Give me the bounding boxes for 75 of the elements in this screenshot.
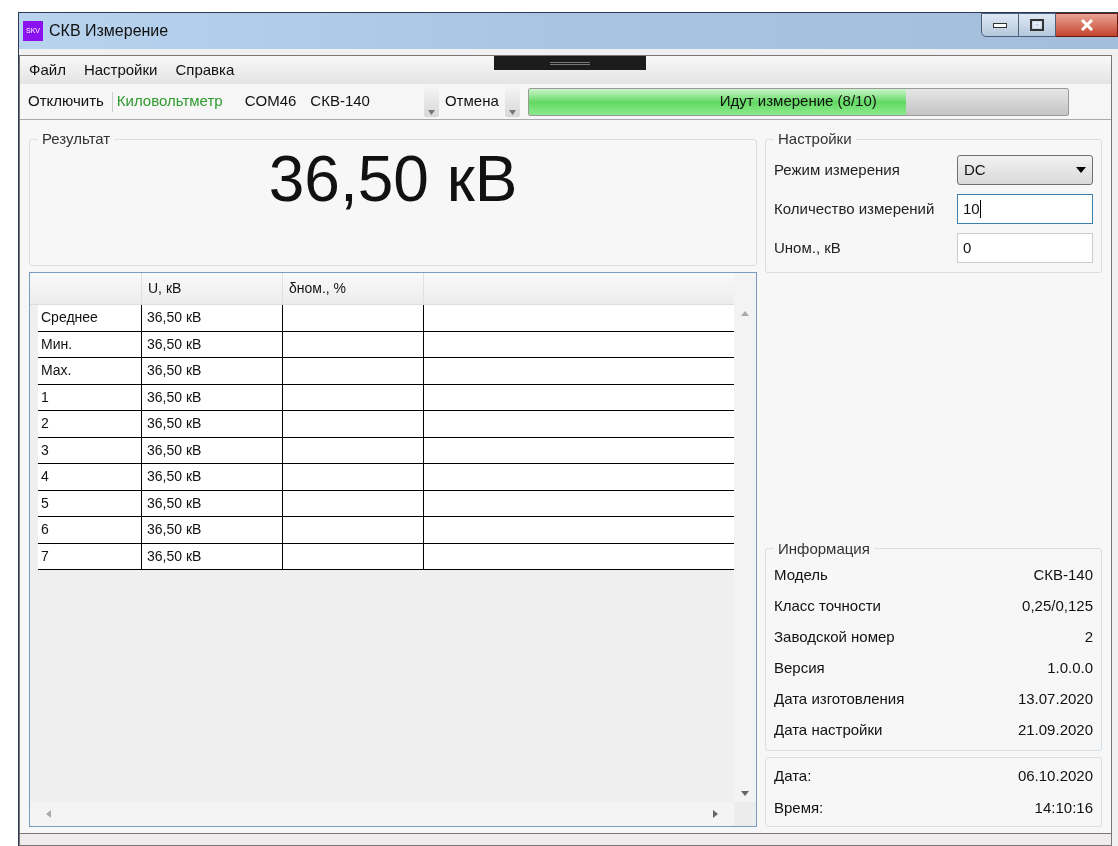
column-header[interactable]: δном., % bbox=[283, 273, 424, 304]
field-label: Uном., кВ bbox=[774, 237, 841, 258]
horizontal-scrollbar[interactable] bbox=[30, 802, 734, 826]
table-cell: 36,50 кВ bbox=[142, 490, 283, 516]
table-cell: 36,50 кВ bbox=[142, 517, 283, 543]
vertical-scrollbar[interactable] bbox=[734, 273, 756, 802]
group-title: Результат bbox=[41, 129, 112, 149]
dropdown-arrow-icon bbox=[1076, 167, 1086, 173]
row-label-cell: 7 bbox=[38, 543, 142, 569]
table-cell: 36,50 кВ bbox=[142, 358, 283, 384]
scroll-right-icon bbox=[713, 810, 718, 818]
row-label-cell: Мин. bbox=[38, 331, 142, 357]
table-cell: 36,50 кВ bbox=[142, 331, 283, 357]
table-cell: 36,50 кВ bbox=[142, 305, 283, 331]
scroll-up-icon bbox=[741, 311, 749, 316]
row-label-cell: Max. bbox=[38, 358, 142, 384]
group-title: Информация bbox=[777, 538, 871, 559]
row-label-cell: 3 bbox=[38, 437, 142, 463]
row-label-cell: 5 bbox=[38, 490, 142, 516]
row-label-cell: 2 bbox=[38, 411, 142, 437]
maximize-icon bbox=[1030, 19, 1044, 31]
column-header[interactable]: U, кВ bbox=[142, 273, 283, 304]
clock-label: Дата: bbox=[774, 765, 812, 786]
info-value: 2 bbox=[1084, 627, 1093, 648]
clock-label: Время: bbox=[774, 797, 824, 818]
clock-value: 14:10:16 bbox=[1034, 797, 1093, 818]
menu-item[interactable]: Настройки bbox=[74, 56, 167, 84]
port-label: COM46 bbox=[244, 91, 297, 112]
dropdown-toggle[interactable] bbox=[423, 86, 439, 117]
info-value: 13.07.2020 bbox=[1017, 689, 1093, 710]
model-label: СКВ-140 bbox=[310, 91, 370, 112]
info-value: 0,25/0,125 bbox=[1022, 596, 1093, 617]
number-field[interactable]: 10 bbox=[957, 194, 1093, 224]
table-cell: 36,50 кВ bbox=[142, 464, 283, 490]
info-label: Заводской номер bbox=[774, 627, 895, 648]
progress-text: Идут измерение (8/10) bbox=[718, 91, 878, 112]
disconnect-button[interactable]: Отключить bbox=[26, 86, 106, 117]
minimize-icon bbox=[993, 22, 1007, 28]
info-label: Модель bbox=[774, 565, 828, 586]
table-cell: 36,50 кВ bbox=[142, 543, 283, 569]
dropdown-toggle[interactable] bbox=[504, 86, 520, 117]
row-label-cell: 4 bbox=[38, 464, 142, 490]
info-value: 21.09.2020 bbox=[1017, 720, 1093, 741]
info-label: Дата изготовления bbox=[774, 689, 905, 710]
info-label: Класс точности bbox=[774, 596, 881, 617]
row-label-cell: Среднее bbox=[38, 305, 142, 331]
field-label: Количество измерений bbox=[774, 198, 935, 219]
device-type-label: Киловольтметр bbox=[116, 91, 223, 112]
row-label-cell: 1 bbox=[38, 384, 142, 410]
window-title: СКВ Измерение bbox=[49, 21, 169, 41]
group-title: Настройки bbox=[777, 129, 853, 149]
info-label: Дата настройки bbox=[774, 720, 883, 741]
row-label-cell: 6 bbox=[38, 517, 142, 543]
number-field[interactable]: 0 bbox=[957, 233, 1093, 263]
mode-select[interactable]: DC bbox=[957, 155, 1093, 185]
menu-item[interactable]: Файл bbox=[20, 56, 75, 84]
minimize-button[interactable] bbox=[981, 13, 1019, 37]
caret-icon bbox=[427, 109, 435, 115]
close-icon bbox=[1079, 19, 1094, 31]
scroll-left-icon bbox=[46, 810, 51, 818]
menu-item[interactable]: Справка bbox=[166, 56, 244, 84]
caret-icon bbox=[508, 109, 516, 115]
table-cell: 36,50 кВ bbox=[142, 437, 283, 463]
cancel-button[interactable]: Отмена bbox=[440, 86, 503, 117]
result-value: 36,50 кВ bbox=[268, 146, 518, 211]
info-value: СКВ-140 bbox=[1033, 565, 1093, 586]
close-button[interactable] bbox=[1056, 13, 1118, 37]
info-value: 1.0.0.0 bbox=[1047, 658, 1093, 679]
table-cell: 36,50 кВ bbox=[142, 411, 283, 437]
table-cell: 36,50 кВ bbox=[142, 384, 283, 410]
clock-value: 06.10.2020 bbox=[1017, 765, 1093, 786]
field-label: Режим измерения bbox=[774, 159, 900, 180]
maximize-button[interactable] bbox=[1019, 13, 1056, 37]
scroll-down-icon bbox=[741, 791, 749, 796]
info-label: Версия bbox=[774, 658, 825, 679]
